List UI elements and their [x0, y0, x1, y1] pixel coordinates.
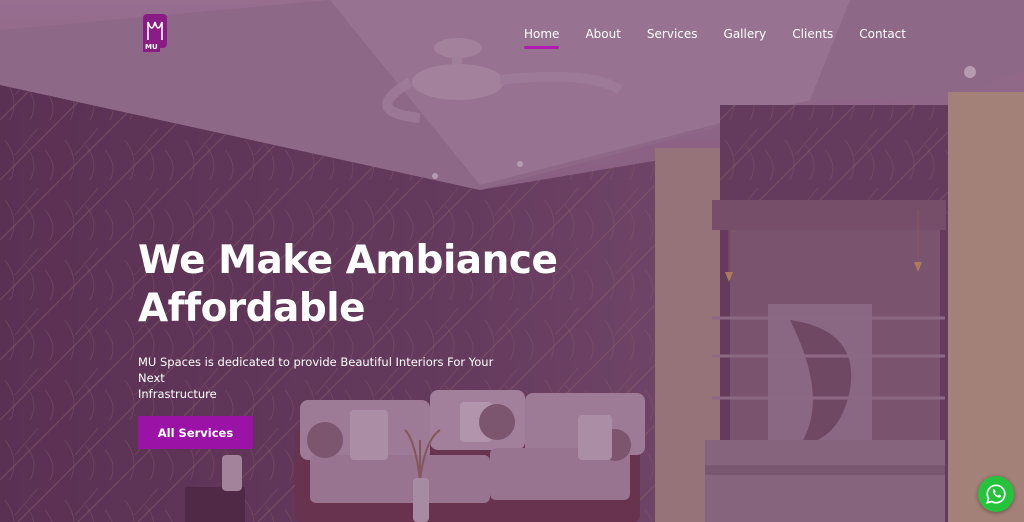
nav-gallery[interactable]: Gallery — [724, 27, 767, 49]
nav-about[interactable]: About — [585, 27, 620, 49]
hero-title-line1: We Make Ambiance — [138, 238, 558, 283]
hero-subtitle: MU Spaces is dedicated to provide Beauti… — [138, 354, 518, 402]
whatsapp-button[interactable] — [978, 476, 1014, 512]
whatsapp-icon — [986, 484, 1006, 504]
all-services-button[interactable]: All Services — [138, 416, 253, 449]
nav-clients[interactable]: Clients — [792, 27, 833, 49]
hero-title-line2: Affordable — [138, 286, 366, 331]
hero-subtitle-line1: MU Spaces is dedicated to provide Beauti… — [138, 355, 494, 385]
nav-services[interactable]: Services — [647, 27, 698, 49]
hero-subtitle-line2: Infrastructure — [138, 387, 217, 401]
logo-text: MU — [143, 43, 160, 52]
nav-contact[interactable]: Contact — [859, 27, 906, 49]
main-nav: Home About Services Gallery Clients Cont… — [524, 27, 932, 49]
nav-home[interactable]: Home — [524, 27, 560, 49]
hero-title: We Make Ambiance Affordable — [138, 237, 578, 333]
